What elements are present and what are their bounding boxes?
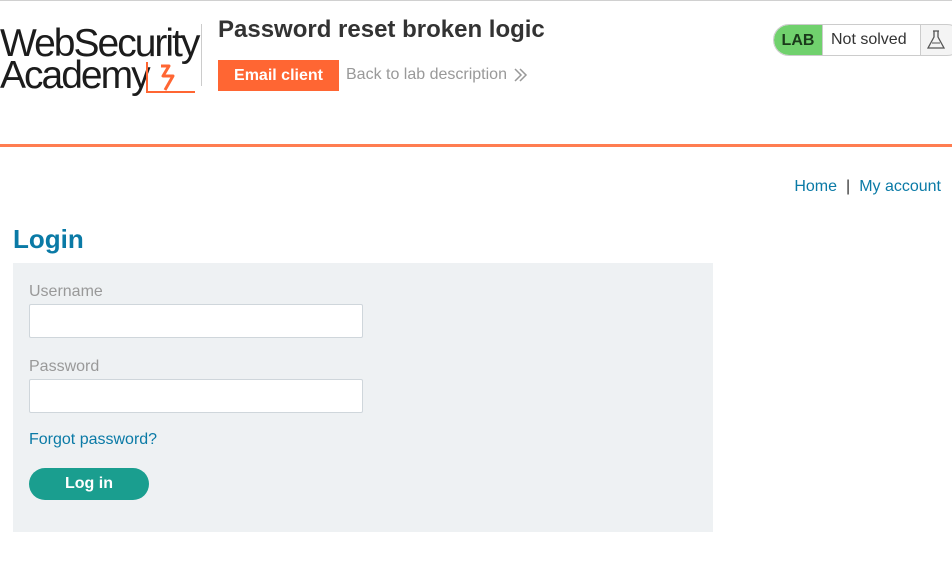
password-label: Password bbox=[29, 358, 100, 375]
header-accent-rule bbox=[0, 144, 952, 147]
nav-separator: | bbox=[846, 178, 851, 195]
lab-title: Password reset broken logic bbox=[218, 16, 545, 43]
email-client-button[interactable]: Email client bbox=[218, 60, 339, 91]
flask-icon bbox=[927, 30, 945, 49]
back-to-lab-description-link[interactable]: Back to lab description bbox=[346, 66, 507, 84]
logo-lightning-icon bbox=[146, 62, 195, 93]
top-border bbox=[0, 0, 952, 1]
lab-status-text: Not solved bbox=[822, 25, 921, 55]
log-in-button[interactable]: Log in bbox=[29, 468, 149, 500]
page-title: Login bbox=[13, 224, 84, 254]
nav-home-link[interactable]: Home bbox=[794, 178, 837, 195]
double-chevron-right-icon[interactable] bbox=[513, 66, 529, 84]
password-input[interactable] bbox=[29, 379, 363, 413]
login-form: Username Password Forgot password? Log i… bbox=[13, 263, 713, 532]
forgot-password-link[interactable]: Forgot password? bbox=[29, 431, 157, 449]
lab-status-widget: LAB Not solved bbox=[773, 24, 952, 56]
nav-my-account-link[interactable]: My account bbox=[859, 178, 941, 195]
username-input[interactable] bbox=[29, 304, 363, 338]
logo-text-line2: Academy bbox=[0, 54, 151, 97]
header-divider bbox=[201, 24, 202, 86]
lab-badge: LAB bbox=[774, 25, 822, 55]
top-nav: Home | My account bbox=[794, 178, 941, 196]
web-security-academy-logo[interactable]: WebSecurity Academy bbox=[0, 24, 200, 96]
username-label: Username bbox=[29, 283, 103, 300]
